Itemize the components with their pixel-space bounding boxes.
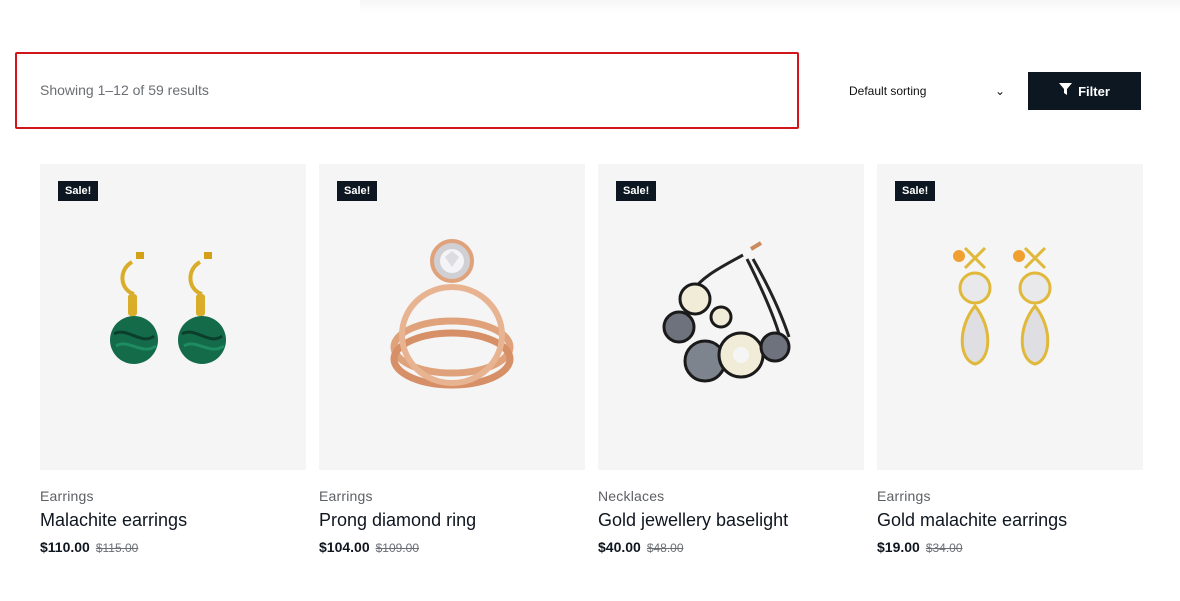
product-image[interactable]: Sale! [877, 164, 1143, 470]
sale-price: $110.00 [40, 539, 90, 555]
chevron-down-icon: ⌄ [994, 84, 1005, 98]
product-category[interactable]: Earrings [319, 488, 585, 504]
top-edge-shadow [360, 0, 1180, 14]
diamond-ring-image [390, 239, 514, 389]
sale-price: $40.00 [598, 539, 641, 555]
malachite-earrings-image [110, 252, 226, 364]
sale-badge: Sale! [58, 181, 99, 201]
filter-label: Filter [1078, 83, 1110, 99]
sorting-value: Default sorting [849, 84, 927, 98]
bracelet-image [662, 241, 791, 383]
filter-button[interactable]: Filter [1028, 72, 1141, 110]
product-category[interactable]: Necklaces [598, 488, 864, 504]
product-card[interactable]: Sale! Necklaces Gold jewellery baselight… [598, 164, 864, 555]
product-image[interactable]: Sale! [40, 164, 306, 470]
product-card[interactable]: Sale! Earrings Gold malachite earrings $… [877, 164, 1143, 555]
product-image[interactable]: Sale! [319, 164, 585, 470]
product-title[interactable]: Malachite earrings [40, 510, 306, 531]
sale-badge: Sale! [616, 181, 657, 201]
regular-price: $34.00 [925, 541, 963, 555]
crystal-earrings-image [953, 246, 1052, 366]
sale-badge: Sale! [337, 181, 378, 201]
product-title[interactable]: Gold jewellery baselight [598, 510, 864, 531]
product-price: $19.00 $34.00 [877, 539, 1143, 555]
product-card[interactable]: Sale! Earrings Malachite earrings $110.0… [40, 164, 306, 555]
sale-price: $19.00 [877, 539, 920, 555]
regular-price: $48.00 [646, 541, 684, 555]
product-card[interactable]: Sale! Earrings Prong diamond ring $104.0… [319, 164, 585, 555]
product-category[interactable]: Earrings [40, 488, 306, 504]
product-price: $110.00 $115.00 [40, 539, 306, 555]
product-price: $104.00 $109.00 [319, 539, 585, 555]
result-count: Showing 1–12 of 59 results [40, 82, 209, 98]
product-category[interactable]: Earrings [877, 488, 1143, 504]
sale-badge: Sale! [895, 181, 936, 201]
sorting-select[interactable]: Default sorting ⌄ [849, 81, 1007, 101]
regular-price: $115.00 [95, 541, 139, 555]
product-image[interactable]: Sale! [598, 164, 864, 470]
product-price: $40.00 $48.00 [598, 539, 864, 555]
product-grid: Sale! Earrings Malachite earrings $110.0… [40, 164, 1143, 555]
regular-price: $109.00 [375, 541, 419, 555]
filter-icon [1059, 83, 1073, 99]
sale-price: $104.00 [319, 539, 370, 555]
product-title[interactable]: Gold malachite earrings [877, 510, 1143, 531]
product-title[interactable]: Prong diamond ring [319, 510, 585, 531]
